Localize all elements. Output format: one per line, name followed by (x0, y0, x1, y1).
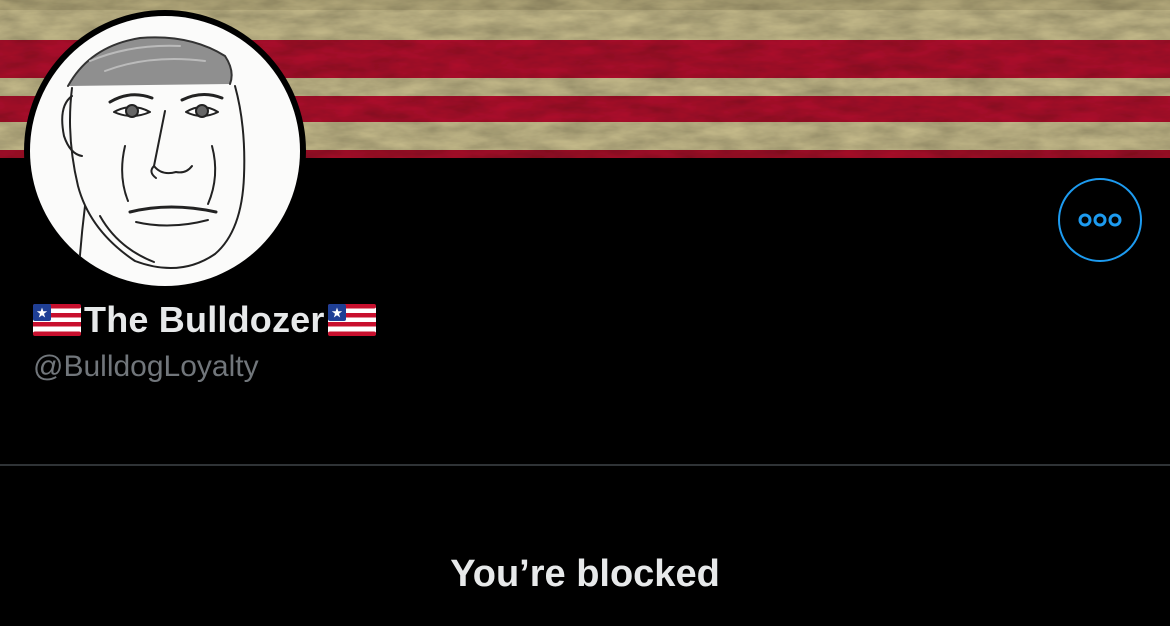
profile-avatar[interactable] (24, 10, 306, 292)
flag-emoji (327, 304, 376, 336)
more-options-button[interactable] (1058, 178, 1142, 262)
more-horizontal-icon (1078, 213, 1122, 227)
profile-display-name: The Bulldozer (33, 297, 376, 343)
profile-handle: @BulldogLoyalty (33, 350, 259, 383)
display-name-text: The Bulldozer (84, 299, 325, 340)
avatar-face-sketch (61, 36, 246, 286)
flag-emoji (33, 304, 81, 336)
section-divider (0, 464, 1170, 466)
blocked-message-title: You’re blocked (450, 553, 720, 595)
